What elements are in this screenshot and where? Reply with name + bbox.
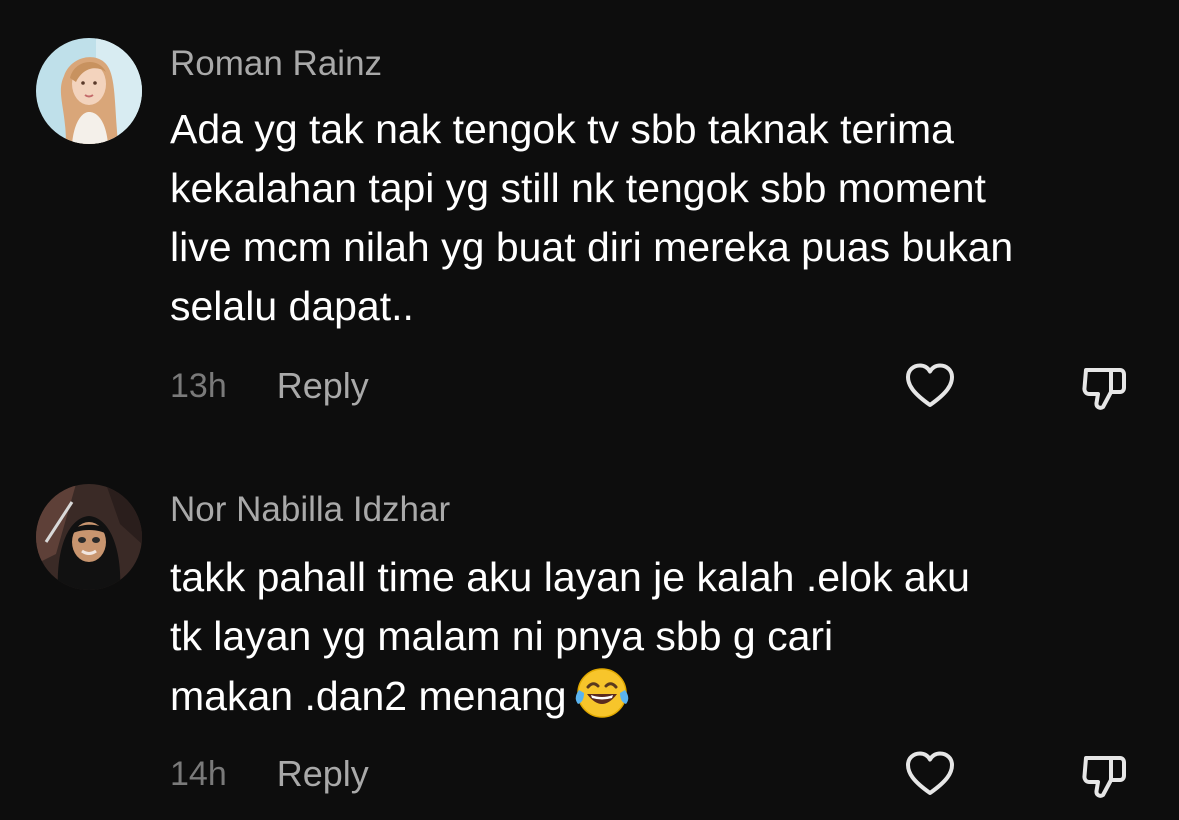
thumbs-down-outline-icon[interactable]: [1078, 362, 1132, 416]
comment-text-line: Ada yg tak nak tengok tv sbb taknak teri…: [170, 106, 954, 152]
comment-text-line: takk pahall time aku layan je kalah .elo…: [170, 554, 970, 600]
face-with-tears-of-joy-icon: [575, 666, 629, 736]
comment-text-line: selalu dapat..: [170, 283, 414, 329]
comment-timestamp: 13h: [170, 366, 227, 405]
avatar-image: [36, 38, 142, 144]
comment-meta: 13h Reply: [170, 364, 369, 408]
comment-text-line: live mcm nilah yg buat diri mereka puas …: [170, 224, 1014, 270]
avatar-image: [36, 484, 142, 590]
comment-text-line: tk layan yg malam ni pnya sbb g cari: [170, 613, 834, 659]
avatar[interactable]: [36, 38, 142, 144]
comment-meta: 14h Reply: [170, 752, 369, 796]
comment-text: takk pahall time aku layan je kalah .elo…: [170, 548, 1160, 736]
reply-button[interactable]: Reply: [277, 753, 369, 795]
avatar[interactable]: [36, 484, 142, 590]
heart-outline-icon[interactable]: [903, 360, 957, 414]
thumbs-down-outline-icon[interactable]: [1078, 750, 1132, 804]
comment-username[interactable]: Nor Nabilla Idzhar: [170, 490, 450, 530]
reply-button[interactable]: Reply: [277, 365, 369, 407]
comment-text-line: kekalahan tapi yg still nk tengok sbb mo…: [170, 165, 986, 211]
comment-text-line-content: makan .dan2 menang: [170, 673, 567, 719]
comment-username[interactable]: Roman Rainz: [170, 44, 382, 84]
comment-item: Roman Rainz Ada yg tak nak tengok tv sbb…: [0, 0, 1179, 430]
comment-timestamp: 14h: [170, 754, 227, 793]
comment-item: Nor Nabilla Idzhar takk pahall time aku …: [0, 430, 1179, 820]
comment-text: Ada yg tak nak tengok tv sbb taknak teri…: [170, 100, 1160, 336]
heart-outline-icon[interactable]: [903, 748, 957, 802]
comment-text-line: makan .dan2 menang: [170, 666, 1160, 736]
